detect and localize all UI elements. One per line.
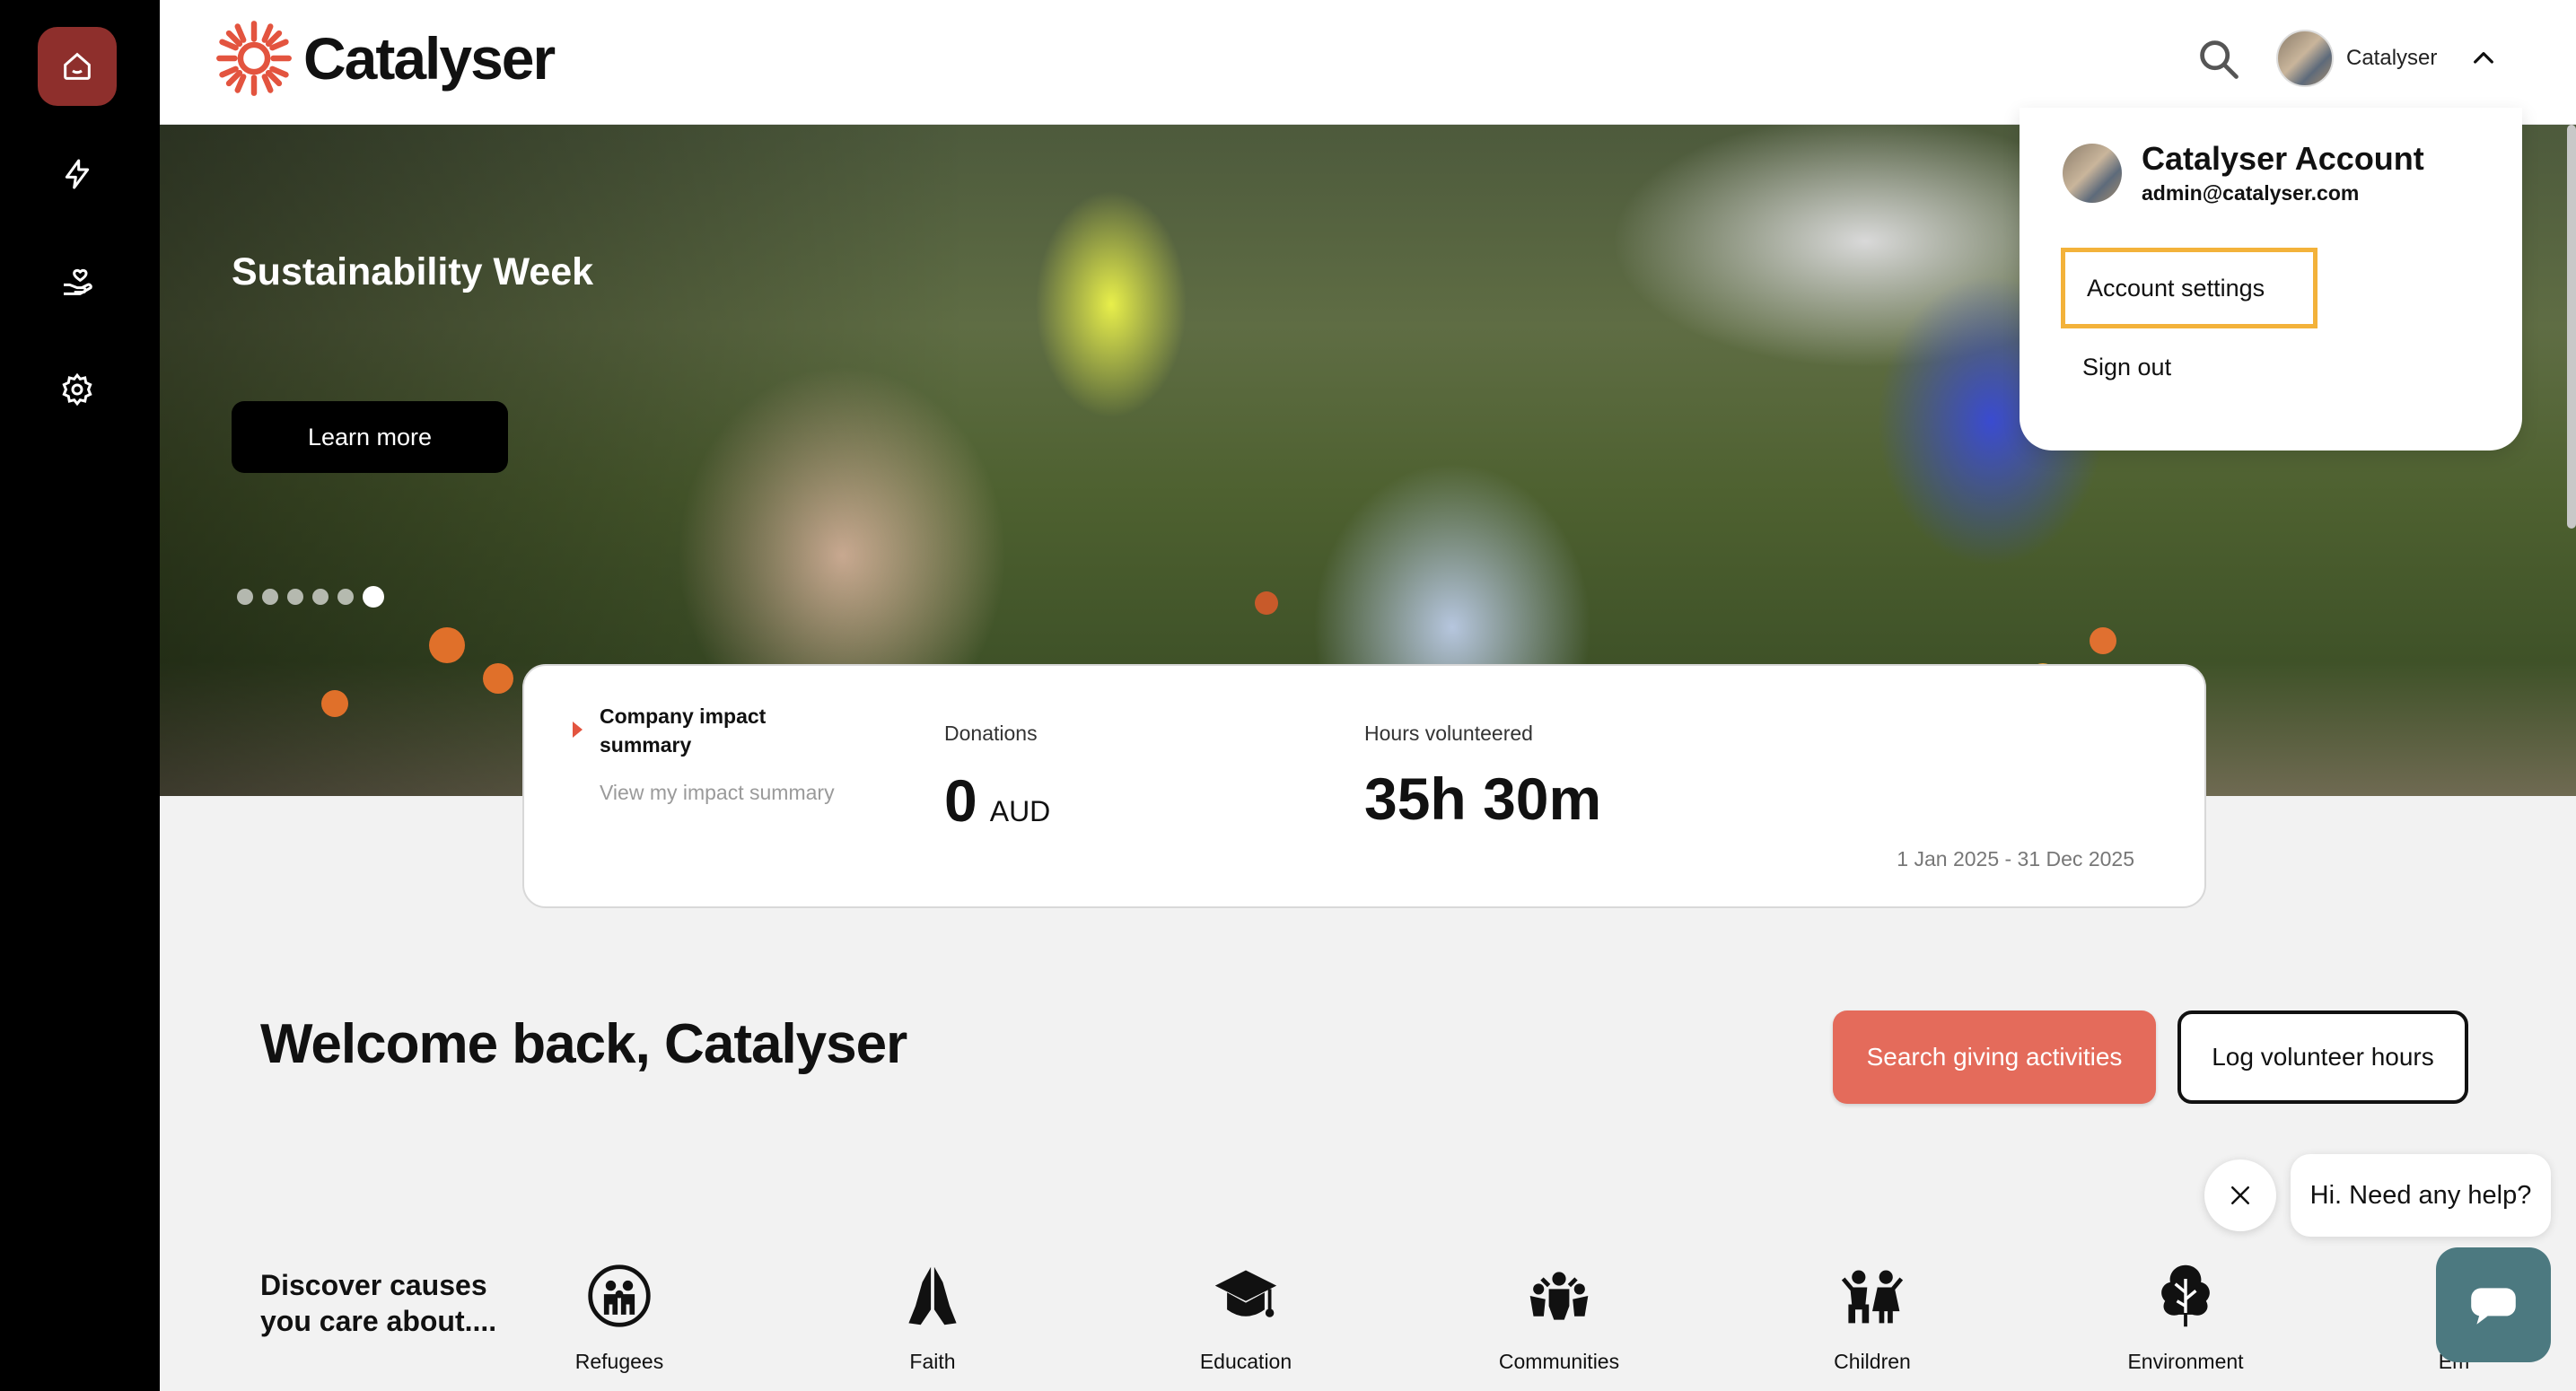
cause-education[interactable]: Education [1156, 1262, 1336, 1374]
carousel-dots [237, 586, 384, 608]
account-dropdown: Catalyser Account admin@catalyser.com Ac… [2020, 108, 2522, 451]
impact-title: Company impact summary [600, 704, 767, 757]
children-icon [1841, 1270, 1904, 1324]
carousel-dot[interactable] [287, 589, 303, 605]
carousel-dot[interactable] [312, 589, 329, 605]
close-icon [2231, 1186, 2249, 1204]
cause-faith[interactable]: Faith [843, 1262, 1022, 1374]
hours-label: Hours volunteered [1364, 722, 1533, 745]
cause-label: Environment [2127, 1350, 2244, 1373]
caret-right-icon [573, 722, 583, 738]
cause-environment[interactable]: Environment [2096, 1262, 2275, 1374]
search-giving-activities-button[interactable]: Search giving activities [1833, 1010, 2156, 1104]
hand-heart-icon [64, 268, 92, 295]
cause-label: Children [1834, 1350, 1911, 1373]
chat-close-button[interactable] [2204, 1159, 2276, 1231]
chat-greeting-bubble[interactable]: Hi. Need any help? [2291, 1154, 2551, 1237]
chevron-up-icon [2474, 52, 2494, 64]
sidebar [0, 0, 160, 1391]
cause-label: Education [1199, 1350, 1292, 1373]
impact-summary-card: Company impact summary View my impact su… [522, 664, 2206, 908]
top-header: Catalyser Catalyser [160, 0, 2576, 125]
welcome-heading: Welcome back, Catalyser [260, 1013, 907, 1075]
cause-label: Refugees [574, 1350, 664, 1373]
sidebar-item-activity[interactable] [38, 135, 117, 214]
chat-launcher-button[interactable] [2436, 1247, 2551, 1362]
donations-label: Donations [944, 722, 1038, 745]
user-menu-toggle[interactable]: Catalyser [2276, 27, 2498, 90]
sidebar-item-giving[interactable] [38, 242, 117, 321]
cause-children[interactable]: Children [1783, 1262, 1962, 1374]
sign-out-item[interactable]: Sign out [2082, 354, 2171, 381]
donations-currency: AUD [989, 795, 1051, 827]
page-scrollbar[interactable] [2567, 125, 2576, 529]
praying-hands-icon [908, 1266, 957, 1325]
carousel-dot[interactable] [237, 589, 253, 605]
account-name: Catalyser Account [2142, 140, 2424, 177]
account-settings-item[interactable]: Account settings [2061, 248, 2318, 328]
search-button[interactable] [2195, 36, 2242, 83]
gear-icon [62, 372, 92, 407]
cause-label: Faith [909, 1350, 956, 1373]
brand-logo[interactable]: Catalyser [215, 20, 556, 97]
discover-causes-heading: Discover causes you care about.... [260, 1269, 497, 1337]
account-email: admin@catalyser.com [2142, 181, 2360, 205]
log-volunteer-hours-button[interactable]: Log volunteer hours [2177, 1010, 2468, 1104]
carousel-dot[interactable] [262, 589, 278, 605]
avatar [2276, 30, 2334, 87]
date-range: 1 Jan 2025 - 31 Dec 2025 [1897, 847, 2134, 870]
user-name: Catalyser [2346, 46, 2438, 70]
sidebar-item-settings[interactable] [38, 350, 117, 429]
hero-title: Sustainability Week [232, 250, 594, 293]
learn-more-button[interactable]: Learn more [232, 401, 508, 473]
cause-label: Communities [1498, 1350, 1620, 1373]
refugees-icon [588, 1264, 651, 1327]
search-icon [2200, 40, 2239, 79]
view-impact-summary-link[interactable]: View my impact summary [600, 781, 835, 805]
hours-value: 35h 30m [1364, 765, 1602, 832]
avatar [2063, 144, 2122, 203]
home-icon [64, 52, 91, 80]
tree-icon [2161, 1264, 2210, 1327]
sidebar-item-home[interactable] [38, 27, 117, 106]
community-icon [1529, 1272, 1589, 1320]
chat-icon [2471, 1288, 2516, 1325]
cause-communities[interactable]: Communities [1469, 1262, 1649, 1374]
cause-refugees[interactable]: Refugees [530, 1262, 709, 1374]
sun-logo-icon [216, 21, 292, 96]
donations-value: 0 AUD [944, 766, 1050, 835]
carousel-dot-active[interactable] [363, 586, 384, 608]
lightning-icon [65, 159, 90, 189]
carousel-dot[interactable] [337, 589, 354, 605]
graduation-cap-icon [1214, 1270, 1277, 1317]
donations-amount: 0 [944, 767, 977, 834]
brand-name: Catalyser [303, 25, 556, 92]
